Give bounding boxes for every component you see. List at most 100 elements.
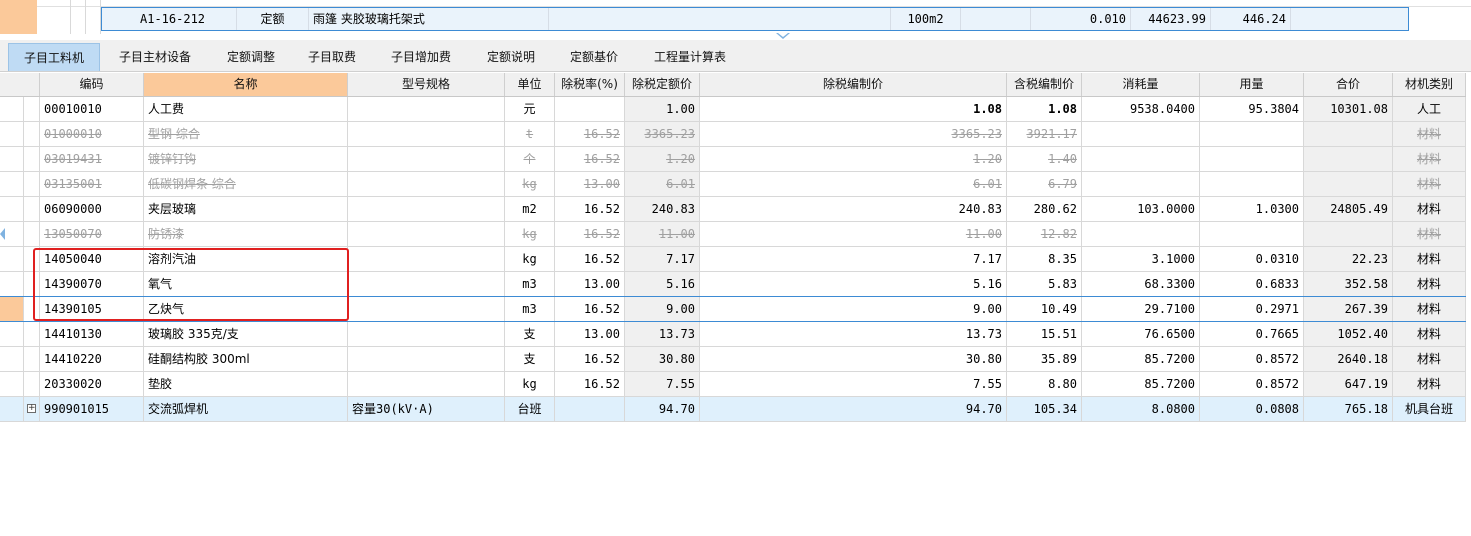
- cell-tax-free-price[interactable]: 3365.23: [700, 122, 1007, 146]
- cell-tax-free-price[interactable]: 240.83: [700, 197, 1007, 221]
- cell-tax-incl-price[interactable]: 105.34: [1007, 397, 1082, 421]
- cell-total[interactable]: 647.19: [1304, 372, 1393, 396]
- cell-base-price[interactable]: 94.70: [625, 397, 700, 421]
- cell-code[interactable]: 13050070: [40, 222, 144, 246]
- table-row[interactable]: 14390105 乙炔气 m3 16.52 9.00 9.00 10.49 29.7100 0.…: [0, 297, 1466, 322]
- cell-name[interactable]: 夹层玻璃: [144, 197, 348, 221]
- cell-tax-rate[interactable]: 13.00: [555, 322, 625, 346]
- cell-name[interactable]: 低碳钢焊条 综合: [144, 172, 348, 196]
- header-total[interactable]: 合价: [1304, 73, 1393, 96]
- cell-tax-free-price[interactable]: 13.73: [700, 322, 1007, 346]
- cell-name[interactable]: 玻璃胶 335克/支: [144, 322, 348, 346]
- cell-tax-incl-price[interactable]: 35.89: [1007, 347, 1082, 371]
- cell-tax-rate[interactable]: [555, 97, 625, 121]
- cell-consumption[interactable]: 85.7200: [1082, 372, 1200, 396]
- table-row[interactable]: 03019431 镀锌钉钩个 16.52 1.20 1.20 1.40 材料: [0, 147, 1466, 172]
- cell-base-price[interactable]: 1.00: [625, 97, 700, 121]
- cell-total[interactable]: 2640.18: [1304, 347, 1393, 371]
- cell-unit[interactable]: m3: [505, 297, 555, 321]
- cell-tax-rate[interactable]: 16.52: [555, 247, 625, 271]
- cell-category[interactable]: 材料: [1393, 347, 1466, 371]
- cell-base-price[interactable]: 240.83: [625, 197, 700, 221]
- header-tax-free-price[interactable]: 除税编制价: [700, 73, 1007, 96]
- cell-name[interactable]: 垫胶: [144, 372, 348, 396]
- cell-usage[interactable]: 0.7665: [1200, 322, 1304, 346]
- row-indicator[interactable]: [0, 272, 24, 296]
- cell-category[interactable]: 材料: [1393, 147, 1466, 171]
- cell-tax-incl-price[interactable]: 6.79: [1007, 172, 1082, 196]
- cell-usage[interactable]: 95.3804: [1200, 97, 1304, 121]
- cell-consumption[interactable]: 85.7200: [1082, 347, 1200, 371]
- cell-tax-incl-price[interactable]: 280.62: [1007, 197, 1082, 221]
- cell-unit[interactable]: t: [505, 122, 555, 146]
- cell-base-price[interactable]: 6.01: [625, 172, 700, 196]
- table-row[interactable]: 13050070 防锈漆 kg 16.52 11.00 11.00 12.82 材料: [0, 222, 1466, 247]
- cell-tax-free-price[interactable]: 11.00: [700, 222, 1007, 246]
- cell-unit[interactable]: 台班: [505, 397, 555, 421]
- cell-code[interactable]: 03019431: [40, 147, 144, 171]
- header-consumption[interactable]: 消耗量: [1082, 73, 1200, 96]
- cell-tax-rate[interactable]: [555, 397, 625, 421]
- cell-code[interactable]: 14050040: [40, 247, 144, 271]
- cell-category[interactable]: 材料: [1393, 247, 1466, 271]
- cell-spec[interactable]: [348, 97, 505, 121]
- row-indicator[interactable]: [0, 122, 24, 146]
- cell-usage[interactable]: [1200, 147, 1304, 171]
- cell-consumption[interactable]: [1082, 147, 1200, 171]
- cell-consumption[interactable]: 3.1000: [1082, 247, 1200, 271]
- cell-tax-rate[interactable]: 16.52: [555, 222, 625, 246]
- cell-base-price[interactable]: 5.16: [625, 272, 700, 296]
- header-usage[interactable]: 用量: [1200, 73, 1304, 96]
- cell-usage[interactable]: 0.8572: [1200, 372, 1304, 396]
- cell-consumption[interactable]: 103.0000: [1082, 197, 1200, 221]
- row-indicator[interactable]: [0, 147, 24, 171]
- cell-spec[interactable]: 容量30(kV·A): [348, 397, 505, 421]
- cell-total[interactable]: 267.39: [1304, 297, 1393, 321]
- cell-usage[interactable]: 0.2971: [1200, 297, 1304, 321]
- table-row[interactable]: 14390070 氧气 m3 13.00 5.16 5.16 5.83 68.3300 0.68…: [0, 272, 1466, 297]
- cell-tax-incl-price[interactable]: 8.80: [1007, 372, 1082, 396]
- row-indicator[interactable]: [0, 222, 24, 246]
- cell-spec[interactable]: [348, 297, 505, 321]
- cell-category[interactable]: 材料: [1393, 122, 1466, 146]
- tab-labor-material[interactable]: 子目工料机: [8, 43, 100, 71]
- cell-usage[interactable]: 1.0300: [1200, 197, 1304, 221]
- cell-category[interactable]: 材料: [1393, 222, 1466, 246]
- cell-unit[interactable]: m3: [505, 272, 555, 296]
- cell-name[interactable]: 交流弧焊机: [144, 397, 348, 421]
- cell-consumption[interactable]: [1082, 172, 1200, 196]
- cell-total[interactable]: [1304, 147, 1393, 171]
- table-row[interactable]: 06090000 夹层玻璃 m2 16.52 240.83 240.83 280.62 103…: [0, 197, 1466, 222]
- cell-category[interactable]: 机具台班: [1393, 397, 1466, 421]
- cell-tax-incl-price[interactable]: 1.08: [1007, 97, 1082, 121]
- cell-name[interactable]: 人工费: [144, 97, 348, 121]
- cell-tax-incl-price[interactable]: 3921.17: [1007, 122, 1082, 146]
- cell-usage[interactable]: 0.0808: [1200, 397, 1304, 421]
- cell-spec[interactable]: [348, 347, 505, 371]
- tab-quota-base-price[interactable]: 定额基价: [556, 43, 632, 71]
- row-indicator[interactable]: [0, 397, 24, 421]
- cell-code[interactable]: 06090000: [40, 197, 144, 221]
- cell-name[interactable]: 防锈漆: [144, 222, 348, 246]
- cell-total[interactable]: [1304, 172, 1393, 196]
- cell-total[interactable]: 765.18: [1304, 397, 1393, 421]
- cell-tax-rate[interactable]: 16.52: [555, 297, 625, 321]
- cell-unit[interactable]: 支: [505, 347, 555, 371]
- table-row[interactable]: 14410130 玻璃胶 335克/支支 13.00 13.73 13.73 15.51 7…: [0, 322, 1466, 347]
- cell-consumption[interactable]: 8.0800: [1082, 397, 1200, 421]
- cell-category[interactable]: 材料: [1393, 372, 1466, 396]
- cell-consumption[interactable]: 9538.0400: [1082, 97, 1200, 121]
- cell-tax-incl-price[interactable]: 1.40: [1007, 147, 1082, 171]
- cell-spec[interactable]: [348, 172, 505, 196]
- cell-base-price[interactable]: 7.17: [625, 247, 700, 271]
- cell-code[interactable]: 14410130: [40, 322, 144, 346]
- cell-tax-free-price[interactable]: 9.00: [700, 297, 1007, 321]
- cell-total[interactable]: [1304, 122, 1393, 146]
- header-spec[interactable]: 型号规格: [348, 73, 505, 96]
- cell-unit[interactable]: kg: [505, 247, 555, 271]
- cell-code[interactable]: 990901015: [40, 397, 144, 421]
- header-tax-incl-price[interactable]: 含税编制价: [1007, 73, 1082, 96]
- cell-spec[interactable]: [348, 197, 505, 221]
- cell-unit[interactable]: 支: [505, 322, 555, 346]
- tab-extra-fee[interactable]: 子目增加费: [378, 43, 464, 71]
